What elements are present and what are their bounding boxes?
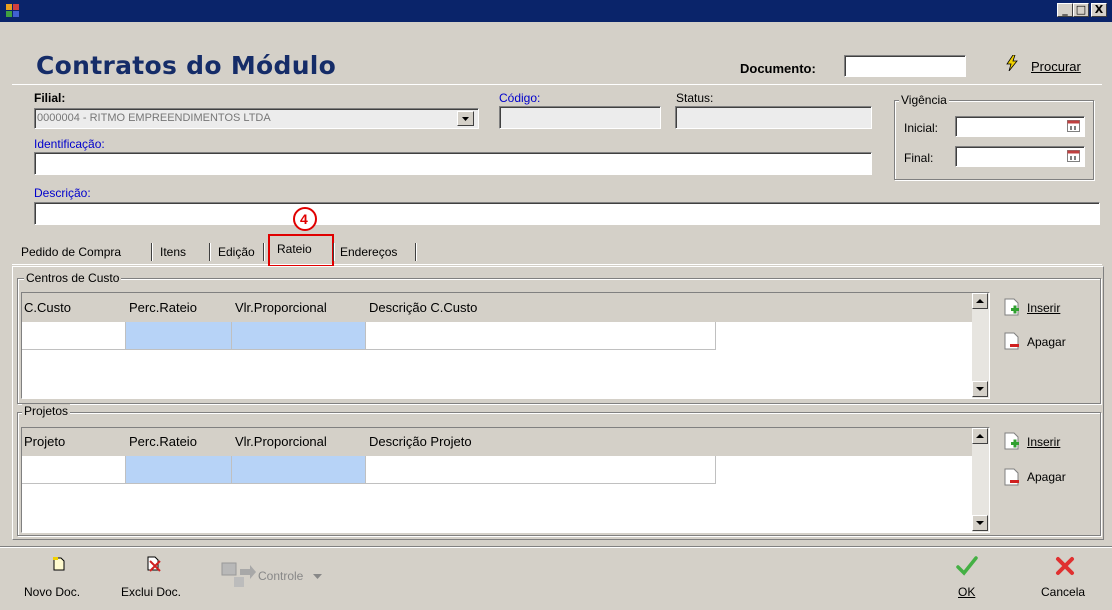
filial-select[interactable]: 0000004 - RITMO EMPREENDIMENTOS LTDA	[34, 108, 479, 129]
cancela-button[interactable]: Cancela	[1041, 585, 1085, 599]
new-document-icon[interactable]	[52, 557, 66, 571]
column-header[interactable]: Perc.Rateio	[129, 434, 197, 449]
controle-button[interactable]: Controle	[258, 569, 303, 583]
codigo-input[interactable]	[499, 106, 661, 129]
inserir-button[interactable]: Inserir	[1027, 435, 1060, 449]
delete-doc-icon[interactable]	[1004, 332, 1020, 350]
ok-button[interactable]: OK	[958, 585, 975, 599]
insert-doc-icon[interactable]	[1004, 298, 1020, 316]
table-cell[interactable]	[232, 456, 366, 484]
table-cell[interactable]	[366, 456, 716, 484]
controle-icon	[221, 562, 256, 587]
window-title-bar[interactable]: _ □ X	[0, 0, 1112, 22]
novo-doc-button[interactable]: Novo Doc.	[24, 585, 80, 599]
scroll-down-icon[interactable]	[972, 381, 988, 397]
page-title: Contratos do Módulo	[36, 51, 337, 80]
codigo-label: Código:	[499, 91, 541, 105]
descricao-label: Descrição:	[34, 186, 91, 200]
final-date-input[interactable]	[955, 146, 1085, 167]
procurar-button[interactable]: Procurar	[1031, 59, 1081, 74]
exclui-doc-button[interactable]: Exclui Doc.	[121, 585, 181, 599]
column-header[interactable]: Vlr.Proporcional	[235, 300, 327, 315]
tab-separator	[263, 243, 265, 261]
column-header[interactable]: Descrição C.Custo	[369, 300, 478, 315]
close-x-icon[interactable]	[1055, 556, 1075, 576]
scroll-down-icon[interactable]	[972, 515, 988, 531]
table-cell[interactable]	[366, 322, 716, 350]
centros-de-custo-grid[interactable]: C.Custo Perc.Rateio Vlr.Proporcional Des…	[21, 292, 990, 399]
column-header[interactable]: C.Custo	[24, 300, 71, 315]
vertical-scrollbar[interactable]	[972, 428, 989, 532]
close-button[interactable]: X	[1091, 3, 1107, 17]
insert-doc-icon[interactable]	[1004, 432, 1020, 450]
table-cell[interactable]	[126, 456, 232, 484]
chevron-down-icon[interactable]	[313, 574, 322, 579]
tab-baseline	[12, 264, 1102, 265]
inserir-button[interactable]: Inserir	[1027, 301, 1060, 315]
calendar-icon[interactable]	[1067, 150, 1080, 162]
vigencia-frame	[894, 100, 1094, 180]
final-label: Final:	[904, 151, 934, 165]
column-header[interactable]: Vlr.Proporcional	[235, 434, 327, 449]
tab-itens[interactable]: Itens	[156, 240, 190, 264]
scroll-up-icon[interactable]	[972, 428, 988, 444]
descricao-input[interactable]	[34, 202, 1100, 225]
vertical-scrollbar[interactable]	[972, 293, 989, 398]
tab-separator	[415, 243, 417, 261]
column-header[interactable]: Perc.Rateio	[129, 300, 197, 315]
tab-pedido-de-compra[interactable]: Pedido de Compra	[17, 240, 125, 264]
apagar-button[interactable]: Apagar	[1027, 335, 1066, 349]
documento-label: Documento:	[740, 61, 816, 76]
calendar-icon[interactable]	[1067, 120, 1080, 132]
tab-separator	[151, 243, 153, 261]
vigencia-legend: Vigência	[899, 93, 949, 107]
tab-separator	[209, 243, 211, 261]
identificacao-input[interactable]	[34, 152, 872, 175]
projetos-legend: Projetos	[22, 404, 71, 418]
table-cell[interactable]	[126, 322, 232, 350]
minimize-button[interactable]: _	[1057, 3, 1073, 17]
tab-edicao[interactable]: Edição	[214, 240, 259, 264]
projetos-grid[interactable]: Projeto Perc.Rateio Vlr.Proporcional Des…	[21, 427, 990, 533]
table-cell[interactable]	[22, 456, 126, 484]
app-icon	[6, 4, 19, 17]
column-header[interactable]: Projeto	[24, 434, 66, 449]
identificacao-label: Identificação:	[34, 137, 105, 151]
annotation-number: 4	[300, 211, 308, 227]
status-input[interactable]	[675, 106, 872, 129]
apagar-button[interactable]: Apagar	[1027, 470, 1066, 484]
status-label: Status:	[676, 91, 714, 105]
chevron-down-icon[interactable]	[457, 111, 474, 126]
delete-document-icon[interactable]	[146, 556, 162, 572]
column-header[interactable]: Descrição Projeto	[369, 434, 472, 449]
checkmark-icon[interactable]	[956, 555, 978, 577]
tab-rateio[interactable]: Rateio	[273, 237, 316, 261]
delete-doc-icon[interactable]	[1004, 468, 1020, 486]
filial-value: 0000004 - RITMO EMPREENDIMENTOS LTDA	[37, 112, 271, 124]
lightning-icon[interactable]	[1004, 55, 1020, 71]
scroll-up-icon[interactable]	[972, 293, 988, 309]
maximize-button[interactable]: □	[1073, 3, 1089, 17]
documento-input[interactable]	[844, 55, 966, 77]
inicial-date-input[interactable]	[955, 116, 1085, 137]
centros-de-custo-legend: Centros de Custo	[24, 271, 122, 285]
table-cell[interactable]	[232, 322, 366, 350]
tab-enderecos[interactable]: Endereços	[336, 240, 401, 264]
inicial-label: Inicial:	[904, 121, 939, 135]
table-cell[interactable]	[22, 322, 126, 350]
tab-separator	[333, 243, 335, 261]
filial-label: Filial:	[34, 91, 66, 105]
toolbar-divider	[0, 546, 1112, 548]
